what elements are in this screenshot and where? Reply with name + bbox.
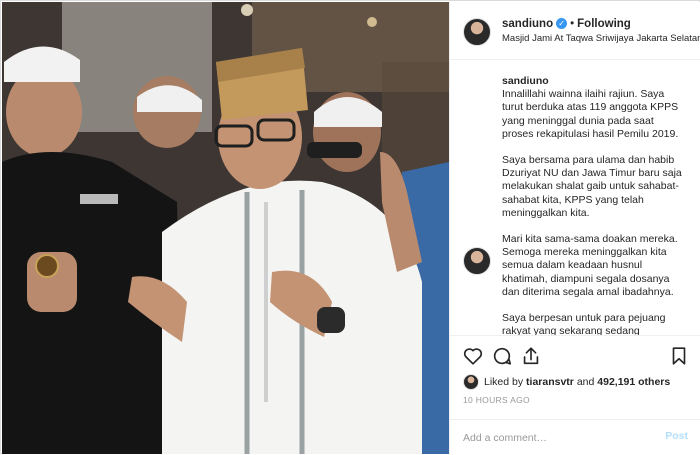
share-icon[interactable] — [520, 345, 542, 367]
comment-avatar[interactable] — [463, 247, 491, 275]
separator-dot: • — [570, 18, 575, 30]
author-username[interactable]: sandiuno — [502, 18, 553, 30]
post-actions: Liked by tiaransvtr and 492,191 others 1… — [450, 335, 700, 455]
post-photo[interactable] — [2, 2, 449, 454]
verified-badge-icon: ✓ — [556, 18, 568, 30]
add-comment-bar: Post — [450, 419, 700, 455]
post-dialog: sandiuno ✓ • Following Masjid Jami At Taqwa… — [0, 0, 700, 454]
caption-paragraph-1: sandiuno Innalillahi wainna ilaihi rajiu… — [502, 75, 688, 141]
following-button[interactable]: Following — [577, 18, 631, 30]
caption-text-1: Innalillahi wainna ilaihi rajiun. Saya t… — [502, 88, 679, 140]
liker-username[interactable]: tiaransvtr — [526, 376, 574, 388]
comment-icon[interactable] — [491, 345, 513, 367]
post-photo-illustration — [2, 2, 449, 454]
likes-conjunction: and — [576, 376, 595, 388]
comments-section[interactable]: sandiuno Innalillahi wainna ilaihi rajiu… — [450, 61, 700, 335]
post-side-panel: sandiuno ✓ • Following Masjid Jami At Taqwa… — [449, 2, 700, 454]
likes-summary[interactable]: Liked by tiaransvtr and 492,191 others — [463, 374, 670, 390]
post-header: sandiuno ✓ • Following Masjid Jami At Taqwa… — [450, 2, 700, 60]
caption-paragraph-4: Saya berpesan untuk para pejuang rakyat … — [502, 312, 666, 335]
author-avatar[interactable] — [463, 18, 491, 46]
post-timestamp[interactable]: 10 HOURS AGO — [463, 395, 530, 405]
comment-input[interactable] — [463, 430, 653, 446]
caption-paragraph-3: Mari kita sama-sama doakan mereka. Semog… — [502, 233, 678, 298]
caption-paragraph-2: Saya bersama para ulama dan habib Dzuriy… — [502, 154, 682, 219]
caption: sandiuno Innalillahi wainna ilaihi rajiu… — [502, 75, 688, 335]
post-location[interactable]: Masjid Jami At Taqwa Sriwijaya Jakarta S… — [502, 33, 700, 44]
post-comment-button[interactable]: Post — [665, 430, 688, 442]
likes-prefix: Liked by — [484, 376, 524, 388]
author-line: sandiuno ✓ • Following — [502, 18, 631, 30]
bookmark-icon[interactable] — [668, 345, 690, 367]
caption-username[interactable]: sandiuno — [502, 75, 549, 87]
likes-count[interactable]: 492,191 others — [597, 376, 670, 388]
heart-icon[interactable] — [462, 345, 484, 367]
liker-avatar — [463, 374, 479, 390]
